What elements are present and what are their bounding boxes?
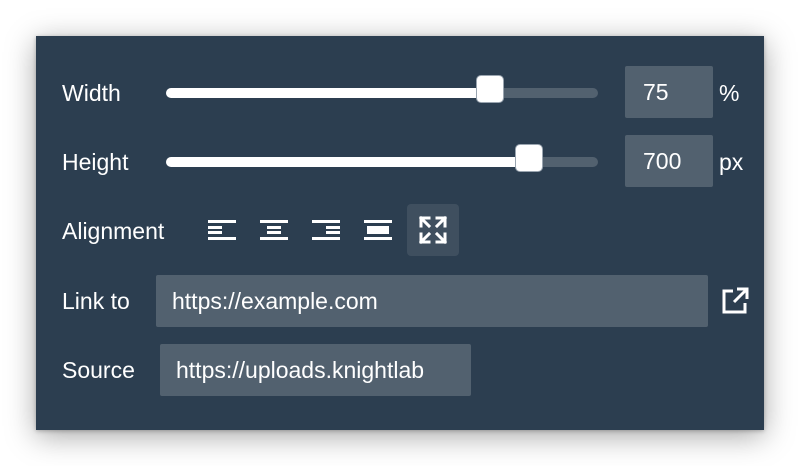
image-settings-panel: Width 75 % Height 700 px Alignment Link … [36, 36, 764, 430]
height-slider-fill [166, 157, 529, 167]
width-input[interactable]: 75 [625, 66, 713, 118]
height-slider[interactable] [166, 144, 598, 172]
height-unit: px [719, 149, 744, 175]
align-right-icon [312, 220, 340, 240]
align-right-button[interactable] [300, 204, 352, 256]
align-full-width-button[interactable] [352, 204, 404, 256]
align-full-width-icon [364, 220, 392, 240]
align-left-button[interactable] [196, 204, 248, 256]
source-label: Source [62, 357, 135, 383]
align-center-button[interactable] [248, 204, 300, 256]
source-url-input[interactable]: https://uploads.knightlab [160, 344, 471, 396]
link-to-label: Link to [62, 288, 130, 314]
fit-expand-button[interactable] [407, 204, 459, 256]
width-label: Width [62, 80, 121, 106]
align-center-icon [260, 220, 288, 240]
external-link-icon[interactable] [720, 286, 750, 316]
link-url-input[interactable]: https://example.com [156, 275, 708, 327]
align-left-icon [208, 220, 236, 240]
width-slider-thumb[interactable] [476, 75, 504, 103]
alignment-label: Alignment [62, 218, 165, 244]
height-slider-thumb[interactable] [514, 144, 543, 172]
width-unit: % [719, 80, 740, 106]
width-slider-fill [166, 88, 490, 98]
fit-expand-icon [418, 215, 448, 245]
height-input[interactable]: 700 [625, 135, 713, 187]
height-label: Height [62, 149, 129, 175]
width-slider[interactable] [166, 75, 598, 103]
